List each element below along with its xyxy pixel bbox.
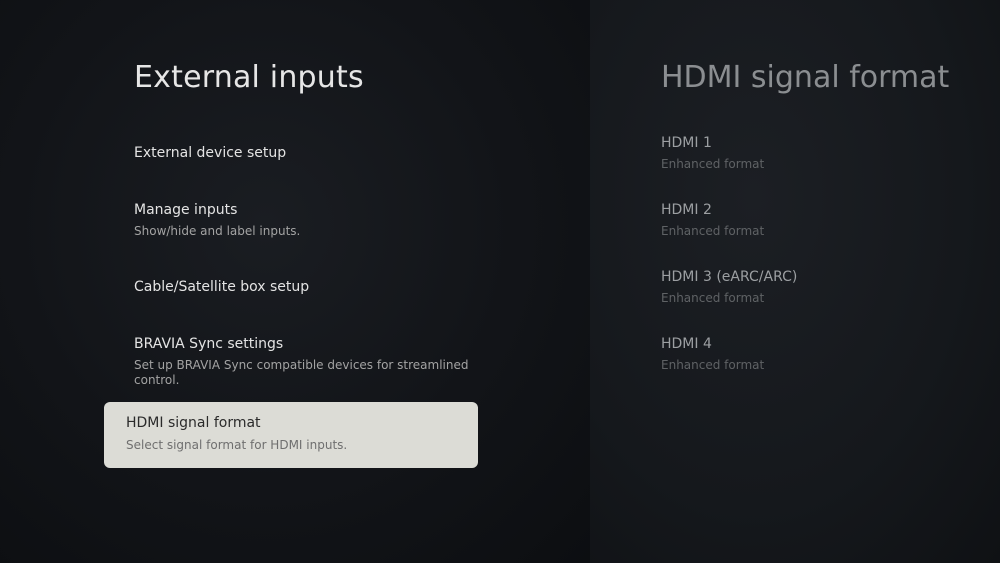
menu-item-label: External device setup (134, 145, 287, 161)
hdmi-input-label: HDMI 1 (661, 135, 712, 151)
hdmi-2-item: HDMI 2 Enhanced format (661, 201, 961, 239)
hdmi-4-item: HDMI 4 Enhanced format (661, 335, 961, 373)
menu-item-manage-inputs[interactable]: Manage inputs Show/hide and label inputs… (134, 201, 479, 239)
hdmi-1-item: HDMI 1 Enhanced format (661, 134, 961, 172)
hdmi-input-label: HDMI 4 (661, 336, 712, 352)
hdmi-format-value: Enhanced format (661, 291, 765, 305)
page-title: External inputs (134, 60, 364, 95)
menu-item-label: HDMI signal format (126, 415, 261, 431)
menu-item-description: Select signal format for HDMI inputs. (126, 438, 348, 452)
hdmi-3-item: HDMI 3 (eARC/ARC) Enhanced format (661, 268, 961, 306)
menu-item-label: BRAVIA Sync settings (134, 336, 284, 352)
hdmi-input-label: HDMI 3 (eARC/ARC) (661, 269, 798, 285)
preview-panel-title: HDMI signal format (661, 60, 950, 95)
menu-item-label: Cable/Satellite box setup (134, 279, 310, 295)
hdmi-format-value: Enhanced format (661, 157, 765, 171)
menu-item-label: Manage inputs (134, 202, 238, 218)
menu-item-external-device-setup[interactable]: External device setup (134, 144, 479, 162)
hdmi-format-value: Enhanced format (661, 224, 765, 238)
menu-item-bravia-sync-settings[interactable]: BRAVIA Sync settings Set up BRAVIA Sync … (134, 335, 479, 388)
menu-item-cable-satellite-box-setup[interactable]: Cable/Satellite box setup (134, 278, 479, 296)
menu-item-hdmi-signal-format[interactable]: HDMI signal format Select signal format … (104, 402, 478, 468)
hdmi-input-label: HDMI 2 (661, 202, 712, 218)
hdmi-format-value: Enhanced format (661, 358, 765, 372)
menu-item-description: Set up BRAVIA Sync compatible devices fo… (134, 358, 469, 387)
menu-item-description: Show/hide and label inputs. (134, 224, 301, 238)
